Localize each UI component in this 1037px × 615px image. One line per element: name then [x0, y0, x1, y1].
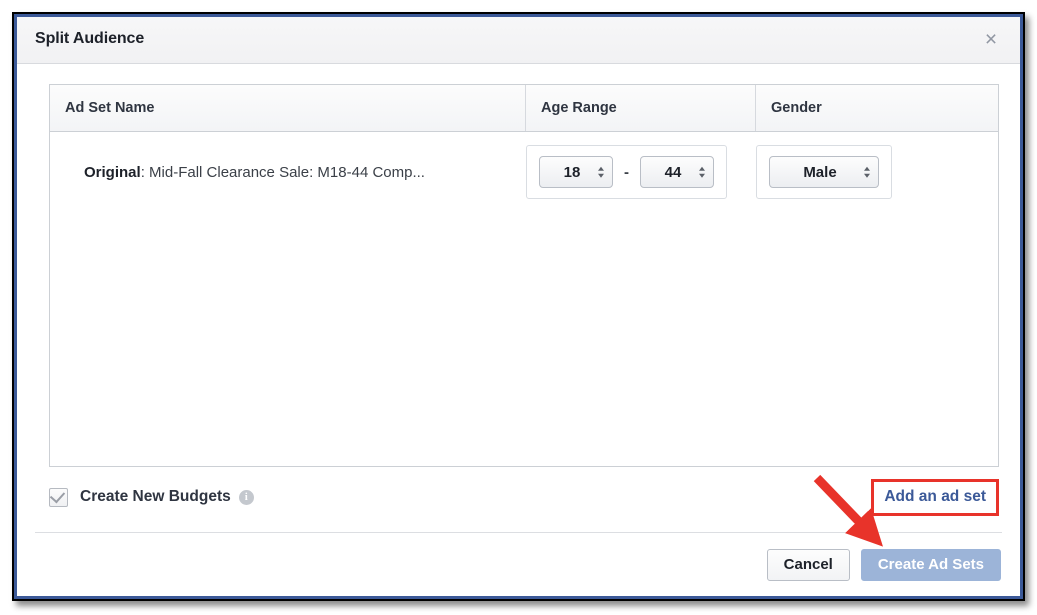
add-an-ad-set-link[interactable]: Add an ad set	[884, 488, 986, 506]
chevron-updown-icon	[699, 166, 705, 178]
age-min-select[interactable]: 18	[539, 156, 613, 188]
budgets-row: Create New Budgets i Add an ad set	[49, 478, 999, 516]
column-header-gender: Gender	[771, 100, 822, 116]
age-range-separator: -	[624, 163, 629, 181]
info-icon[interactable]: i	[238, 489, 254, 505]
ad-set-name-prefix: Original	[84, 163, 141, 181]
age-max-select[interactable]: 44	[640, 156, 714, 188]
gender-select[interactable]: Male	[769, 156, 879, 188]
checkmark-icon	[49, 487, 66, 503]
gender-field-group: Male	[756, 145, 892, 199]
cancel-button[interactable]: Cancel	[766, 548, 850, 581]
close-icon[interactable]: ×	[979, 28, 1003, 52]
add-ad-set-highlight: Add an ad set	[871, 478, 999, 516]
table-row: Original: Mid-Fall Clearance Sale: M18-4…	[50, 132, 998, 212]
column-header-ad-set-name: Ad Set Name	[50, 85, 526, 131]
split-audience-dialog: Split Audience × Ad Set Name Age Range G…	[14, 14, 1023, 599]
table-header-row: Ad Set Name Age Range Gender	[50, 85, 998, 132]
dialog-body: Ad Set Name Age Range Gender Original: M…	[17, 64, 1020, 547]
page-title: Split Audience	[35, 30, 145, 47]
chevron-updown-icon	[864, 166, 870, 178]
create-new-budgets-checkbox[interactable]	[49, 487, 68, 507]
cell-ad-set-name: Original: Mid-Fall Clearance Sale: M18-4…	[50, 132, 526, 212]
cell-gender: Male	[756, 132, 998, 212]
dialog-footer: Cancel Create Ad Sets	[35, 532, 1002, 596]
create-new-budgets-label: Create New Budgets	[80, 488, 231, 505]
column-header-age-range: Age Range	[526, 85, 756, 131]
create-ad-sets-button[interactable]: Create Ad Sets	[860, 548, 1001, 581]
ad-set-name-text: Original: Mid-Fall Clearance Sale: M18-4…	[84, 164, 425, 181]
age-min-value: 18	[563, 163, 581, 181]
dialog-header: Split Audience ×	[17, 17, 1020, 64]
chevron-updown-icon	[598, 166, 604, 178]
gender-value: Male	[803, 163, 837, 181]
screenshot-root: Split Audience × Ad Set Name Age Range G…	[0, 0, 1037, 615]
ad-sets-table: Ad Set Name Age Range Gender Original: M…	[49, 84, 999, 467]
ad-set-name-rest: : Mid-Fall Clearance Sale: M18-44 Comp..…	[140, 163, 425, 181]
cell-age-range: 18 - 44	[526, 132, 756, 212]
age-range-field-group: 18 - 44	[526, 145, 727, 199]
age-max-value: 44	[664, 163, 682, 181]
